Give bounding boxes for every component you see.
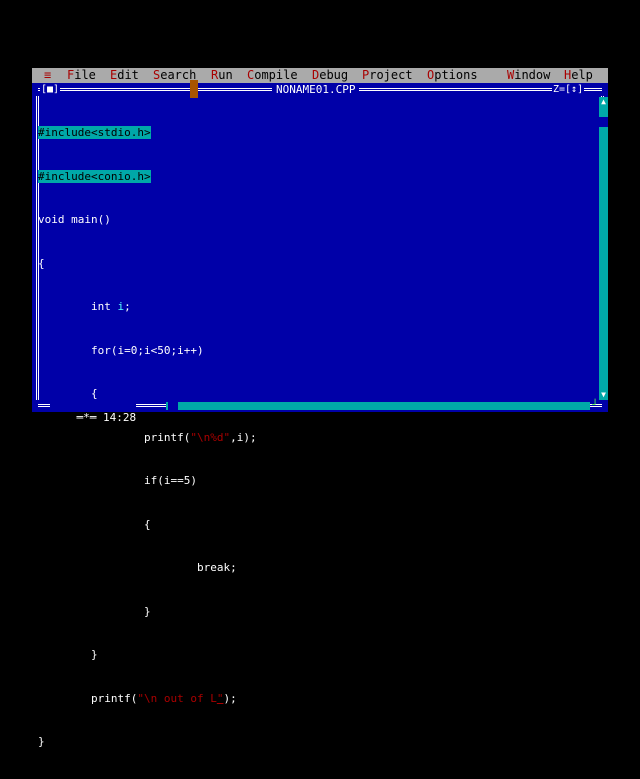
code-line: { [90, 387, 98, 400]
menu-debug[interactable]: Debug [312, 68, 348, 83]
window-title: NONAME01.CPP [272, 83, 360, 97]
code-line: int i; [90, 300, 131, 313]
menu-project[interactable]: Project [362, 68, 413, 83]
menu-compile[interactable]: Compile [247, 68, 298, 83]
code-line: if(i==5) [143, 474, 197, 487]
menu-run[interactable]: Run [211, 68, 233, 83]
ide-screen: ≡ File Edit Search Run Compile Debug Pro… [32, 68, 608, 748]
code-line: } [90, 648, 98, 661]
vertical-scrollbar[interactable]: ▲ ▼ [599, 97, 608, 400]
menu-file[interactable]: File [67, 68, 96, 83]
resize-corner-icon[interactable]: ┘ [592, 400, 598, 411]
scroll-down-arrow-icon[interactable]: ▼ [599, 390, 608, 400]
code-editor[interactable]: #include<stdio.h> #include<conio.h> void… [38, 97, 257, 779]
close-box-button[interactable]: [■] [40, 84, 61, 96]
vertical-scroll-thumb[interactable] [599, 117, 608, 127]
zoom-box-button[interactable]: Z=[↕] [552, 84, 585, 96]
text-cursor: " [216, 691, 224, 705]
code-line: printf("\n%d",i); [143, 430, 257, 444]
system-menu-icon[interactable]: ≡ [44, 68, 51, 83]
window-drag-marker [190, 80, 198, 98]
code-line: printf("\n out of L"); [90, 691, 237, 705]
menu-options[interactable]: Options [427, 68, 478, 83]
code-line: for(i=0;i<50;i++) [90, 343, 204, 357]
code-line: break; [196, 561, 237, 574]
code-line: #include<conio.h> [38, 169, 151, 183]
code-line: { [38, 256, 45, 270]
menu-edit[interactable]: Edit [110, 68, 139, 83]
menu-window[interactable]: Window [507, 68, 550, 83]
menu-bar: ≡ File Edit Search Run Compile Debug Pro… [32, 68, 608, 83]
code-line: #include<stdio.h> [38, 126, 151, 139]
code-line: void main() [38, 213, 111, 226]
scroll-up-arrow-icon[interactable]: ▲ [599, 97, 608, 107]
code-line: { [143, 517, 151, 531]
code-line: } [143, 604, 151, 618]
menu-help[interactable]: Help [564, 68, 593, 83]
code-line: } [38, 735, 45, 748]
